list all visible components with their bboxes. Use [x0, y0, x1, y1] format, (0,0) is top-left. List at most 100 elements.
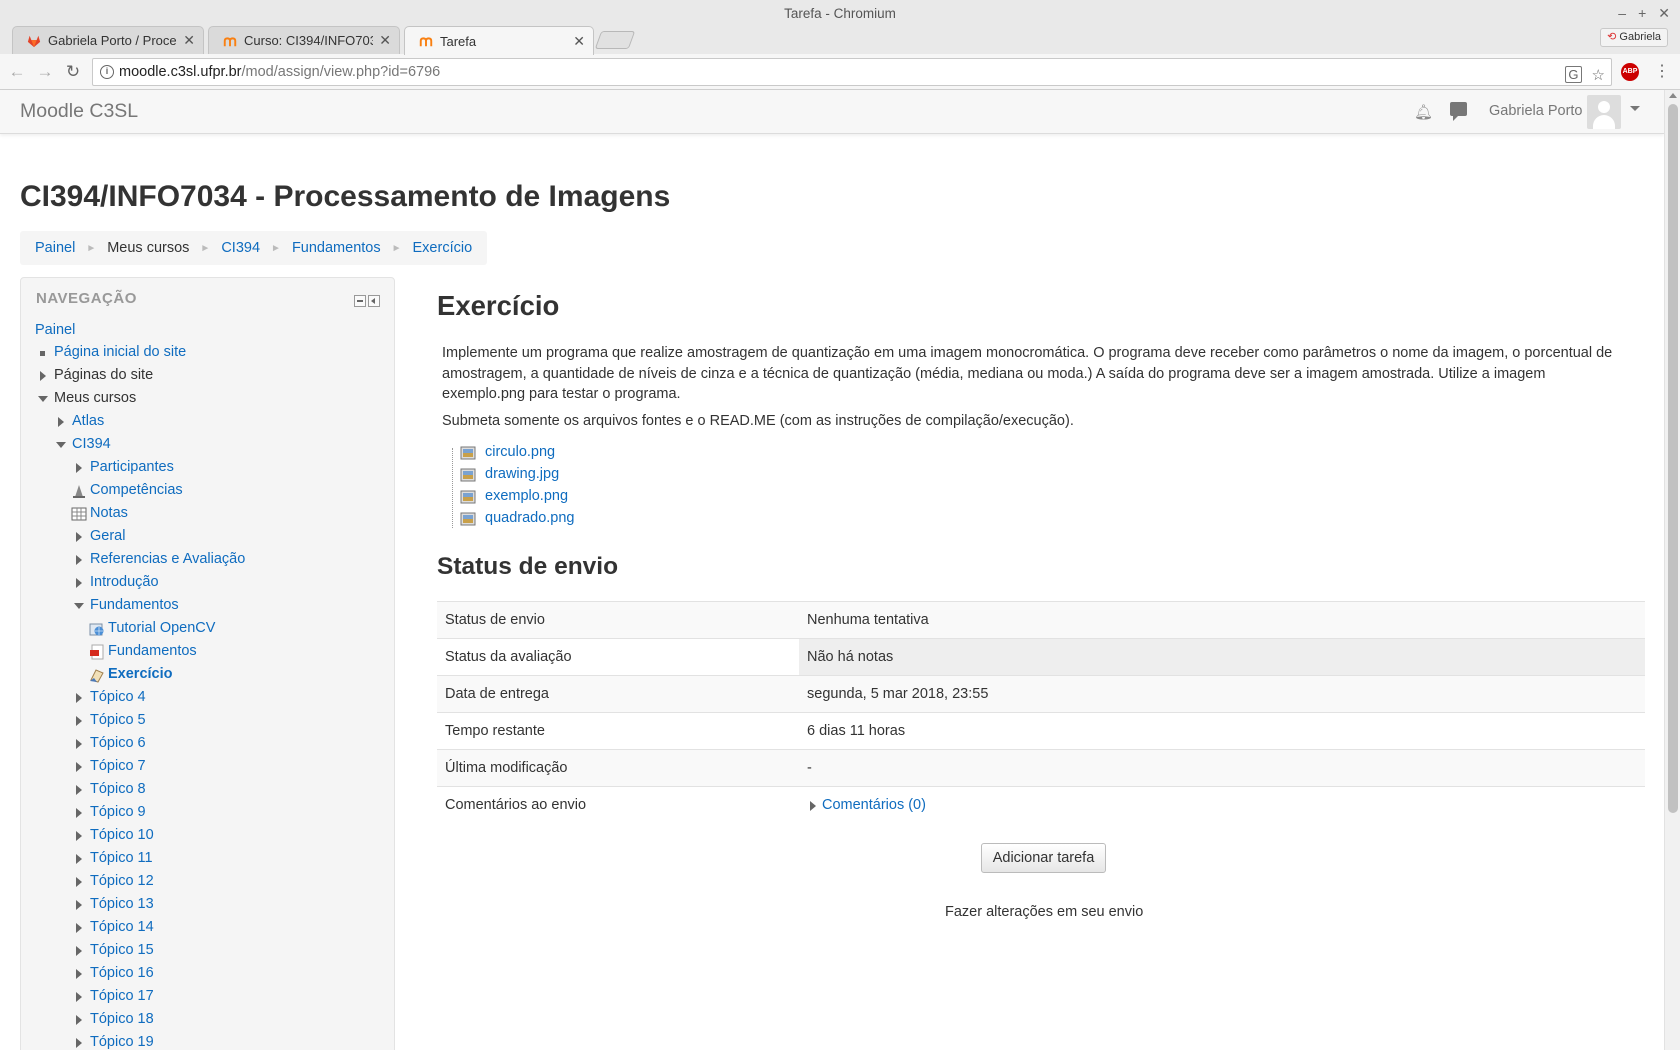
nav-item-label[interactable]: Notas	[90, 505, 128, 521]
chevron-down-icon[interactable]	[56, 442, 66, 448]
chevron-right-icon[interactable]	[40, 371, 46, 381]
chevron-right-icon[interactable]	[76, 1015, 82, 1025]
chevron-right-icon[interactable]	[76, 716, 82, 726]
scroll-up-icon[interactable]	[1669, 93, 1677, 98]
file-link[interactable]: exemplo.png	[485, 488, 568, 504]
nav-item-label[interactable]: Tópico 7	[90, 758, 146, 774]
breadcrumb-painel[interactable]: Painel	[35, 240, 75, 256]
nav-item-label[interactable]: Geral	[90, 528, 125, 544]
back-icon[interactable]: ←	[7, 62, 27, 82]
chevron-right-icon[interactable]	[76, 992, 82, 1002]
breadcrumb-ci394[interactable]: CI394	[221, 240, 260, 256]
messages-icon[interactable]	[1450, 102, 1467, 121]
nav-item-label[interactable]: Atlas	[72, 413, 104, 429]
tab-close-icon[interactable]: ✕	[573, 33, 585, 50]
chevron-down-icon[interactable]	[1630, 106, 1640, 111]
nav-item-label[interactable]: Tópico 13	[90, 896, 154, 912]
breadcrumb-exercicio[interactable]: Exercício	[413, 240, 473, 256]
nav-item-label[interactable]: Tópico 4	[90, 689, 146, 705]
tab-close-icon[interactable]: ✕	[183, 32, 195, 49]
comments-toggle[interactable]: Comentários (0)	[807, 797, 926, 813]
chevron-right-icon[interactable]	[810, 801, 816, 812]
chevron-right-icon[interactable]	[76, 969, 82, 979]
forward-icon[interactable]: →	[35, 62, 55, 82]
chevron-right-icon[interactable]	[76, 532, 82, 542]
nav-item-label[interactable]: Página inicial do site	[54, 344, 186, 360]
dock-icon[interactable]	[368, 295, 380, 307]
nav-item-label[interactable]: Meus cursos	[54, 390, 136, 406]
chevron-right-icon[interactable]	[76, 877, 82, 887]
chevron-right-icon[interactable]	[76, 808, 82, 818]
nav-item-label[interactable]: Fundamentos	[90, 597, 179, 613]
nav-item-label[interactable]: CI394	[72, 436, 111, 452]
nav-item-label[interactable]: Tópico 10	[90, 827, 154, 843]
page-scrollbar[interactable]	[1664, 90, 1680, 1050]
address-bar[interactable]: i moodle.c3sl.ufpr.br/mod/assign/view.ph…	[92, 58, 1612, 86]
collapse-icon[interactable]	[354, 295, 366, 307]
chevron-right-icon[interactable]	[76, 831, 82, 841]
tab-gitlab[interactable]: Gabriela Porto / Processamento ✕	[12, 26, 204, 54]
site-brand[interactable]: Moodle C3SL	[20, 100, 138, 123]
file-link[interactable]: circulo.png	[485, 444, 555, 460]
new-tab-button[interactable]	[594, 31, 636, 49]
chevron-right-icon[interactable]	[76, 900, 82, 910]
nav-item-label[interactable]: Tópico 17	[90, 988, 154, 1004]
reload-icon[interactable]: ↻	[63, 62, 83, 82]
nav-item-label[interactable]: Tópico 14	[90, 919, 154, 935]
nav-item-label[interactable]: Tópico 5	[90, 712, 146, 728]
maximize-icon[interactable]: +	[1638, 0, 1646, 27]
chevron-right-icon[interactable]	[76, 785, 82, 795]
chevron-right-icon[interactable]	[76, 946, 82, 956]
nav-item-label[interactable]: Tópico 18	[90, 1011, 154, 1027]
scrollbar-thumb[interactable]	[1668, 104, 1678, 813]
comments-link[interactable]: Comentários (0)	[822, 797, 926, 813]
chevron-right-icon[interactable]	[76, 693, 82, 703]
chevron-right-icon[interactable]	[76, 578, 82, 588]
chevron-right-icon[interactable]	[76, 923, 82, 933]
user-name[interactable]: Gabriela Porto	[1489, 103, 1583, 119]
chevron-down-icon[interactable]	[38, 396, 48, 402]
bell-icon[interactable]: 🔔︎	[1414, 103, 1433, 121]
add-submission-button[interactable]: Adicionar tarefa	[981, 843, 1106, 873]
star-icon[interactable]: ☆	[1592, 63, 1605, 89]
nav-item-label[interactable]: Tópico 12	[90, 873, 154, 889]
nav-item-label[interactable]: Tópico 6	[90, 735, 146, 751]
nav-item-label[interactable]: Tópico 19	[90, 1034, 154, 1050]
nav-item-label[interactable]: Introdução	[90, 574, 159, 590]
translate-icon[interactable]: G	[1565, 66, 1582, 83]
nav-item-label[interactable]: Exercício	[108, 666, 173, 682]
chevron-down-icon[interactable]	[74, 603, 84, 609]
chevron-right-icon[interactable]	[76, 739, 82, 749]
nav-item-label[interactable]: Tópico 11	[90, 850, 153, 866]
chevron-right-icon[interactable]	[58, 417, 64, 427]
file-link[interactable]: drawing.jpg	[485, 466, 559, 482]
nav-item-label[interactable]: Tópico 16	[90, 965, 154, 981]
nav-item-label[interactable]: Competências	[90, 482, 183, 498]
nav-item-label[interactable]: Páginas do site	[54, 367, 153, 383]
nav-item-label[interactable]: Tutorial OpenCV	[108, 620, 215, 636]
tab-course[interactable]: Curso: CI394/INFO7034 ✕	[208, 26, 400, 54]
nav-item-label[interactable]: Painel	[35, 322, 75, 338]
chevron-right-icon[interactable]	[76, 463, 82, 473]
nav-item-label[interactable]: Participantes	[90, 459, 174, 475]
tab-tarefa[interactable]: Tarefa ✕	[404, 26, 594, 55]
nav-item-label[interactable]: Fundamentos	[108, 643, 197, 659]
file-link[interactable]: quadrado.png	[485, 510, 575, 526]
nav-item-label[interactable]: Tópico 9	[90, 804, 146, 820]
menu-icon[interactable]: ⋮	[1652, 62, 1672, 82]
avatar[interactable]	[1587, 95, 1621, 129]
chevron-right-icon[interactable]	[76, 555, 82, 565]
tab-close-icon[interactable]: ✕	[379, 32, 391, 49]
chevron-right-icon[interactable]	[76, 762, 82, 772]
breadcrumb-fundamentos[interactable]: Fundamentos	[292, 240, 381, 256]
adblock-icon[interactable]: ABP	[1621, 63, 1639, 81]
chevron-right-icon[interactable]	[76, 1038, 82, 1048]
profile-button[interactable]: ⟲ Gabriela	[1600, 28, 1668, 47]
close-icon[interactable]: ✕	[1658, 0, 1670, 27]
nav-item-label[interactable]: Referencias e Avaliação	[90, 551, 245, 567]
nav-item-label[interactable]: Tópico 8	[90, 781, 146, 797]
nav-item-label[interactable]: Tópico 15	[90, 942, 154, 958]
minimize-icon[interactable]: –	[1618, 0, 1626, 27]
chevron-right-icon[interactable]	[76, 854, 82, 864]
info-icon[interactable]: i	[100, 65, 114, 79]
